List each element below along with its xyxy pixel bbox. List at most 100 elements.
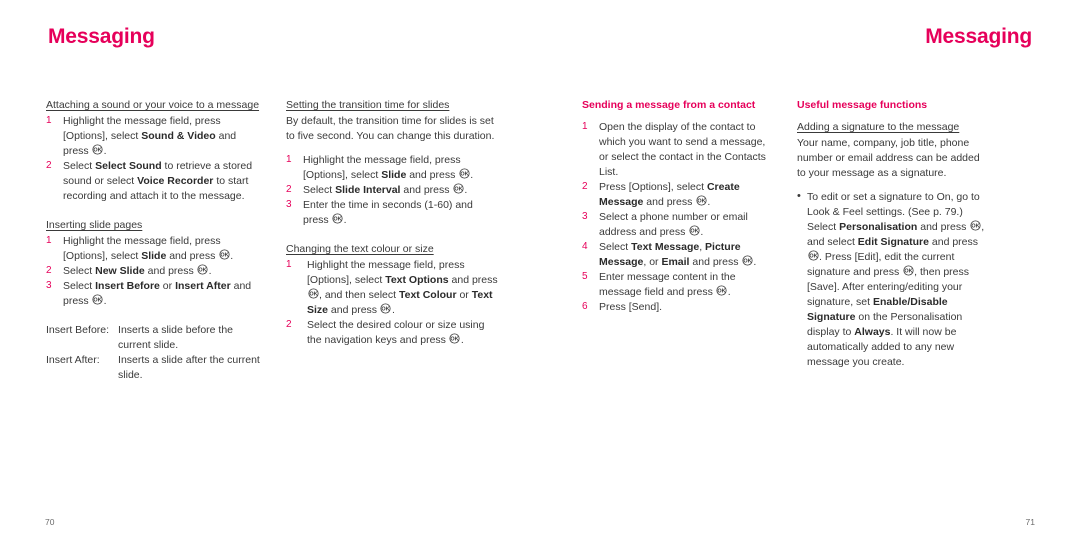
insert-definitions-table: Insert Before: Inserts a slide before the… bbox=[46, 323, 260, 383]
svg-text:OK: OK bbox=[451, 337, 459, 343]
heading-useful-message-functions: Useful message functions bbox=[797, 99, 928, 111]
ok-key-icon: OK bbox=[459, 168, 470, 179]
list-item: 1 Open the display of the contact to whic… bbox=[582, 120, 772, 180]
ok-key-icon: OK bbox=[92, 294, 103, 305]
step-text: Select Select Sound to retrieve a stored… bbox=[63, 159, 253, 202]
svg-text:OK: OK bbox=[697, 199, 705, 205]
step-number: 3 bbox=[46, 279, 52, 291]
heading-adding-signature: Adding a signature to the message bbox=[797, 120, 960, 133]
list-item: 5 Enter message content in the message fi… bbox=[582, 270, 772, 300]
list-item: • To edit or set a signature to On, go to… bbox=[797, 190, 987, 370]
folio-left: 70 bbox=[45, 517, 55, 527]
steps-transition-time: 1 Highlight the message field, press [Opt… bbox=[286, 153, 500, 228]
step-text: Select Text Message, Picture Message, or… bbox=[599, 240, 757, 268]
step-number: 2 bbox=[286, 183, 292, 195]
heading-text-colour-size: Changing the text colour or size bbox=[286, 242, 434, 255]
steps-inserting-slide-pages: 1 Highlight the message field, press [Opt… bbox=[46, 234, 260, 309]
svg-text:OK: OK bbox=[743, 259, 751, 265]
step-number: 4 bbox=[582, 240, 588, 252]
list-item: 6 Press [Send]. bbox=[582, 300, 772, 315]
step-text: Enter the time in seconds (1-60) and pre… bbox=[303, 198, 473, 226]
svg-text:OK: OK bbox=[460, 172, 468, 178]
list-item: 4 Select Text Message, Picture Message, o… bbox=[582, 240, 772, 270]
column-3: Sending a message from a contact 1 Open t… bbox=[582, 98, 797, 370]
running-head-left: Messaging bbox=[48, 25, 155, 48]
list-item: 1 Highlight the message field, press [Opt… bbox=[46, 234, 260, 264]
list-item: 3 Select Insert Before or Insert After an… bbox=[46, 279, 260, 309]
ok-key-icon: OK bbox=[332, 213, 343, 224]
page-right: Messaging Sending a message from a conta… bbox=[540, 0, 1080, 539]
svg-text:OK: OK bbox=[333, 217, 341, 223]
step-number: 1 bbox=[286, 153, 292, 165]
step-number: 2 bbox=[46, 264, 52, 276]
step-text: Highlight the message field, press [Opti… bbox=[63, 114, 237, 157]
intro-transition-time: By default, the transition time for slid… bbox=[286, 114, 495, 142]
list-item: 2 Press [Options], select Create Message … bbox=[582, 180, 772, 210]
step-text: Highlight the message field, press [Opti… bbox=[307, 258, 498, 316]
bullet-text: To edit or set a signature to On, go to … bbox=[807, 190, 985, 368]
running-head-right: Messaging bbox=[925, 25, 1032, 48]
ok-key-icon: OK bbox=[307, 288, 319, 299]
ok-key-icon: OK bbox=[92, 144, 103, 155]
table-row: Insert Before: Inserts a slide before the… bbox=[46, 323, 260, 353]
svg-text:OK: OK bbox=[309, 292, 317, 298]
step-number: 1 bbox=[286, 258, 292, 270]
left-page-columns: Attaching a sound or your voice to a mes… bbox=[46, 98, 526, 383]
step-text: Enter message content in the message fie… bbox=[599, 270, 736, 298]
steps-text-colour-size: 1 Highlight the message field, press [Opt… bbox=[286, 258, 500, 348]
heading-transition-time: Setting the transition time for slides bbox=[286, 99, 450, 111]
column-1: Attaching a sound or your voice to a mes… bbox=[46, 98, 286, 383]
step-text: Open the display of the contact to which… bbox=[599, 120, 766, 178]
column-2: Setting the transition time for slides B… bbox=[286, 98, 526, 383]
svg-text:OK: OK bbox=[904, 269, 912, 275]
step-text: Press [Options], select Create Message a… bbox=[599, 180, 740, 208]
svg-text:OK: OK bbox=[93, 298, 101, 304]
step-number: 6 bbox=[582, 300, 588, 312]
list-item: 1 Highlight the message field, press [Opt… bbox=[46, 114, 260, 159]
column-4: Useful message functions Adding a signat… bbox=[797, 98, 1012, 370]
step-number: 1 bbox=[46, 114, 52, 126]
svg-text:OK: OK bbox=[454, 187, 462, 193]
ok-key-icon: OK bbox=[742, 255, 753, 266]
bullet-icon: • bbox=[797, 189, 801, 202]
step-number: 5 bbox=[582, 270, 588, 282]
definition-term: Insert Before: bbox=[46, 323, 110, 336]
step-number: 2 bbox=[286, 318, 292, 330]
ok-key-icon: OK bbox=[970, 220, 981, 231]
step-text: Press [Send]. bbox=[599, 300, 663, 313]
list-item: 3 Enter the time in seconds (1-60) and pr… bbox=[286, 198, 500, 228]
intro-adding-signature: Your name, company, job title, phone num… bbox=[797, 136, 980, 179]
svg-text:OK: OK bbox=[690, 229, 698, 235]
ok-key-icon: OK bbox=[380, 303, 392, 314]
svg-text:OK: OK bbox=[382, 307, 390, 313]
step-text: Select Slide Interval and press OK. bbox=[303, 183, 468, 196]
folio-right: 71 bbox=[1025, 517, 1035, 527]
step-number: 2 bbox=[46, 159, 52, 171]
svg-text:OK: OK bbox=[971, 224, 979, 230]
svg-text:OK: OK bbox=[199, 268, 207, 274]
ok-key-icon: OK bbox=[219, 249, 230, 260]
ok-key-icon: OK bbox=[449, 333, 460, 344]
list-item: 2 Select the desired colour or size using… bbox=[286, 318, 500, 348]
ok-key-icon: OK bbox=[689, 225, 700, 236]
definition-description: Inserts a slide after the current slide. bbox=[118, 353, 260, 381]
step-number: 1 bbox=[582, 120, 588, 132]
step-number: 3 bbox=[582, 210, 588, 222]
ok-key-icon: OK bbox=[453, 183, 464, 194]
svg-text:OK: OK bbox=[718, 289, 726, 295]
ok-key-icon: OK bbox=[716, 285, 727, 296]
definition-term: Insert After: bbox=[46, 353, 100, 366]
right-page-columns: Sending a message from a contact 1 Open t… bbox=[582, 98, 1012, 370]
definition-description: Inserts a slide before the current slide… bbox=[118, 323, 234, 351]
bullets-signature: • To edit or set a signature to On, go to… bbox=[797, 190, 987, 370]
heading-inserting-slide-pages: Inserting slide pages bbox=[46, 218, 143, 231]
list-item: 1 Highlight the message field, press [Opt… bbox=[286, 258, 500, 318]
step-text: Select the desired colour or size using … bbox=[307, 318, 485, 346]
heading-sending-from-contact: Sending a message from a contact bbox=[582, 99, 756, 111]
step-number: 3 bbox=[286, 198, 292, 210]
